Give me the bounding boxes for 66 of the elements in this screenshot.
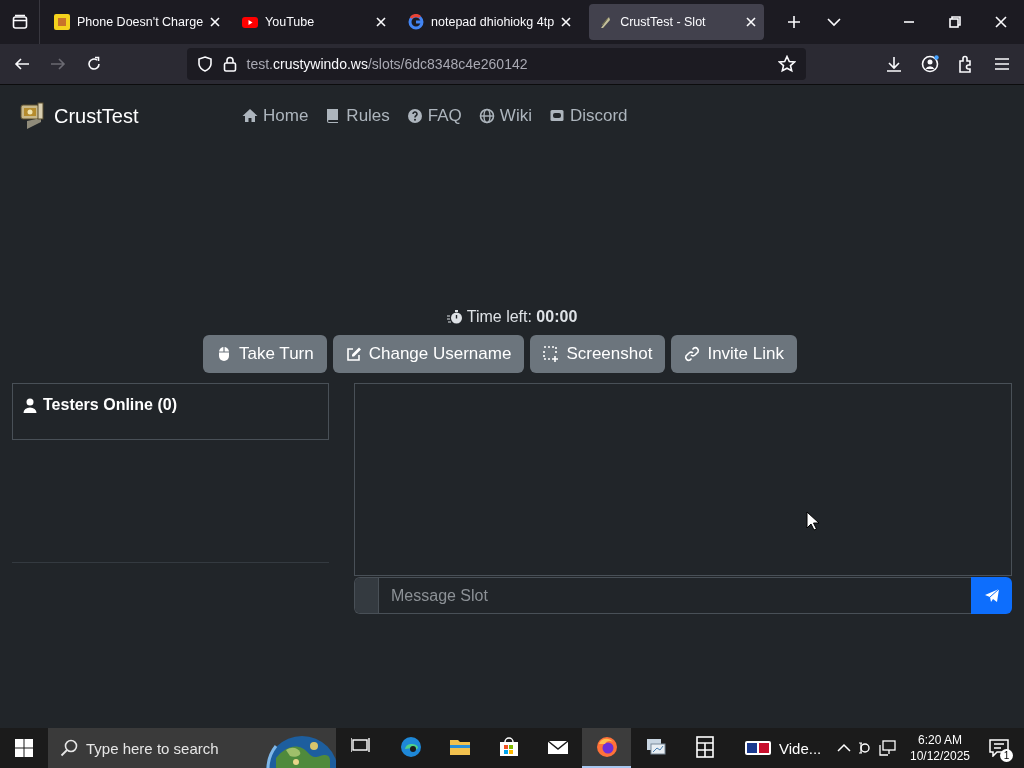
search-icon xyxy=(60,739,78,757)
notification-icon[interactable] xyxy=(989,739,1009,757)
address-field[interactable]: test.crustywindo.ws/slots/6dc8348c4e260142 xyxy=(186,48,806,80)
windows-logo-icon[interactable] xyxy=(15,739,33,757)
browser-tab[interactable]: notepad dhiohiokg 4tp xyxy=(400,4,580,40)
nav-link[interactable]: Wiki xyxy=(478,106,532,126)
reload-icon[interactable] xyxy=(85,56,102,72)
store-icon xyxy=(497,736,520,758)
stopwatch-icon xyxy=(446,309,463,325)
action-button[interactable]: Change Username xyxy=(332,335,525,373)
star-icon[interactable] xyxy=(778,55,796,73)
tab-favicon xyxy=(54,14,70,30)
clock-time[interactable]: 6:20 AM xyxy=(905,732,975,748)
browser-icon xyxy=(399,736,422,758)
browser-tab[interactable]: YouTube xyxy=(234,4,395,40)
globe-icon xyxy=(478,108,495,124)
chevron-up-icon[interactable] xyxy=(837,743,851,753)
chat-icon xyxy=(548,108,565,124)
site-title[interactable]: CrustTest xyxy=(54,104,212,128)
edit-icon xyxy=(345,346,362,362)
taskbar-app[interactable]: Vide... xyxy=(737,728,831,768)
taskbar-app[interactable] xyxy=(582,728,631,768)
computer-logo-icon[interactable] xyxy=(18,101,44,131)
grid-icon xyxy=(693,736,716,758)
restore-icon[interactable] xyxy=(949,16,961,28)
browser-tab[interactable]: CrustTest - Slot xyxy=(589,4,765,40)
browser-icon xyxy=(595,736,618,758)
back-arrow-icon[interactable] xyxy=(13,56,30,72)
monitors-icon xyxy=(644,736,667,758)
shield-icon xyxy=(196,56,213,72)
tab-favicon xyxy=(408,14,425,30)
tab-list-icon[interactable] xyxy=(11,14,28,30)
nav-link[interactable]: Discord xyxy=(548,106,628,126)
close-icon[interactable] xyxy=(995,16,1007,28)
send-button[interactable] xyxy=(971,577,1012,614)
close-icon[interactable] xyxy=(210,17,221,27)
network-icon[interactable] xyxy=(879,740,897,756)
close-icon[interactable] xyxy=(561,17,572,27)
plus-icon[interactable] xyxy=(787,15,802,29)
action-button[interactable]: Invite Link xyxy=(671,335,797,373)
nav-link[interactable]: FAQ xyxy=(406,106,462,126)
notification-count: 1 xyxy=(1000,749,1013,762)
menu-icon[interactable] xyxy=(993,55,1011,73)
close-icon[interactable] xyxy=(376,17,387,27)
close-icon[interactable] xyxy=(746,17,757,27)
chevron-down-icon[interactable] xyxy=(827,17,842,27)
question-circle-icon xyxy=(406,108,423,124)
account-icon[interactable] xyxy=(921,55,939,73)
send-icon xyxy=(983,587,1000,604)
card-title: Testers Online (0) xyxy=(43,396,177,414)
home-icon xyxy=(242,108,258,124)
tab-favicon xyxy=(242,14,259,30)
nav-link[interactable]: Home xyxy=(242,106,309,126)
nav-link[interactable]: Rules xyxy=(325,106,390,126)
action-button[interactable]: Take Turn xyxy=(203,335,327,373)
action-button[interactable]: Screenshot xyxy=(530,335,666,373)
selection-icon xyxy=(543,346,560,362)
clock-date[interactable]: 10/12/2025 xyxy=(905,748,975,764)
person-icon xyxy=(23,397,37,413)
download-icon[interactable] xyxy=(885,55,903,73)
link-icon xyxy=(684,346,701,362)
timer-text: Time left: 00:00 xyxy=(466,308,578,326)
lock-icon xyxy=(222,56,237,72)
taskbar-search-field[interactable]: Type here to search xyxy=(48,728,336,768)
cursor-icon xyxy=(806,511,820,531)
browser-tab[interactable]: Phone Doesn't Charge xyxy=(46,4,229,40)
